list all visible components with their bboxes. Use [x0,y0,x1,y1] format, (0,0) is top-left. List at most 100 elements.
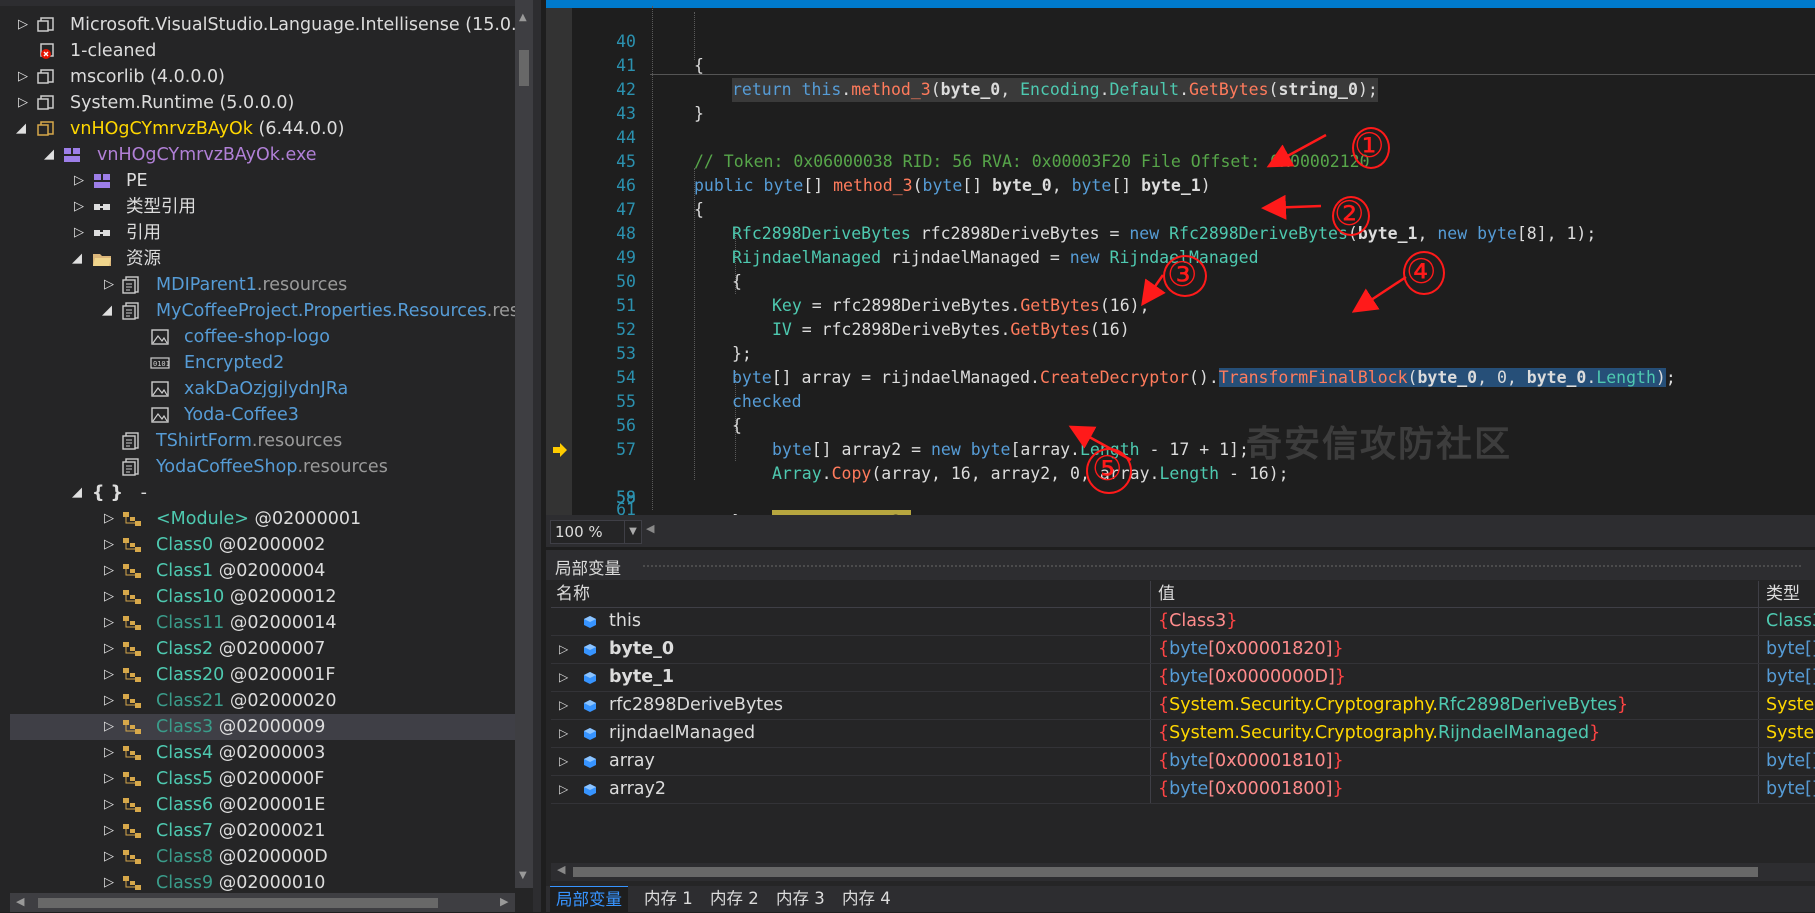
expand-arrow-icon[interactable]: ▷ [102,506,116,532]
expand-arrow-icon[interactable]: ▷ [559,720,568,747]
column-type-header[interactable]: 类型 [1766,581,1800,607]
scroll-down-icon[interactable]: ▼ [519,870,527,881]
collapse-arrow-icon[interactable]: ◢ [70,246,84,272]
tree-item-mscorlib[interactable]: ▷ mscorlib (4.0.0.0) [0,64,515,90]
locals-row-byte1[interactable]: ▷ byte_1 {byte[0x0000000D]} byte[] [551,664,1815,692]
locals-row-rfc2898[interactable]: ▷ rfc2898DeriveBytes {System.Security.Cr… [551,692,1815,720]
tree-item-class2[interactable]: ▷ Class2 @02000007 [0,636,515,662]
column-separator[interactable] [1758,581,1759,607]
expand-arrow-icon[interactable]: ▷ [102,272,116,298]
tree-item-class21[interactable]: ▷ Class21 @02000020 [0,688,515,714]
expand-arrow-icon[interactable]: ▷ [102,610,116,636]
tab-memory-2[interactable]: 内存 2 [704,886,765,912]
tree-item-yoda-coffee3[interactable]: Yoda-Coffee3 [0,402,515,428]
tab-memory-4[interactable]: 内存 4 [836,886,897,912]
tree-item-class5[interactable]: ▷ Class5 @0200000F [0,766,515,792]
panel-splitter[interactable] [533,0,541,912]
expand-arrow-icon[interactable]: ▷ [102,558,116,584]
tree-item-class0[interactable]: ▷ Class0 @02000002 [0,532,515,558]
expand-arrow-icon[interactable]: ▷ [72,168,86,194]
expand-arrow-icon[interactable]: ▷ [559,664,568,691]
tree-item-vnhog-assembly[interactable]: ◢ vnHOgCYmrvzBAyOk (6.44.0.0) [0,116,515,142]
collapse-arrow-icon[interactable]: ◢ [70,480,84,506]
tree-item-intellisense[interactable]: ▷ Microsoft.VisualStudio.Language.Intell… [0,12,528,38]
tree-item-1-cleaned[interactable]: 1-cleaned [0,38,515,64]
tab-locals[interactable]: 局部变量 [550,886,628,913]
expand-arrow-icon[interactable]: ▷ [559,776,568,803]
local-value[interactable]: {System.Security.Cryptography.Rfc2898Der… [1158,692,1628,719]
locals-row-this[interactable]: this {Class3} Class3 [551,608,1815,636]
locals-row-rijndael[interactable]: ▷ rijndaelManaged {System.Security.Crypt… [551,720,1815,748]
scroll-right-icon[interactable]: ▶ [500,895,508,908]
expand-arrow-icon[interactable]: ▷ [559,636,568,663]
locals-row-array2[interactable]: ▷ array2 {byte[0x00001800]} byte[] [551,776,1815,804]
expand-arrow-icon[interactable]: ▷ [72,220,86,246]
expand-arrow-icon[interactable]: ▷ [16,90,30,116]
tree-item-class3[interactable]: ▷ Class3 @02000009 [10,714,515,740]
expand-arrow-icon[interactable]: ▷ [72,194,86,220]
tree-item-class11[interactable]: ▷ Class11 @02000014 [0,610,515,636]
expand-arrow-icon[interactable]: ▷ [102,792,116,818]
tab-memory-3[interactable]: 内存 3 [770,886,831,912]
tree-item-refs[interactable]: ▷ 引用 [0,220,515,246]
tree-item-class20[interactable]: ▷ Class20 @0200001F [0,662,515,688]
tree-item-encrypted2[interactable]: 0101 Encrypted2 [0,350,515,376]
tree-item-yodacoffeeshop-resources[interactable]: YodaCoffeeShop.resources [0,454,515,480]
tree-item-system-runtime[interactable]: ▷ System.Runtime (5.0.0.0) [0,90,515,116]
tree-item-properties-resources[interactable]: ◢ MyCoffeeProject.Properties.Resources.r… [0,298,530,324]
tree-item-class6[interactable]: ▷ Class6 @0200001E [0,792,515,818]
column-value-header[interactable]: 值 [1158,581,1175,607]
scroll-left-icon[interactable]: ◀ [557,863,565,876]
tree-item-class4[interactable]: ▷ Class4 @02000003 [0,740,515,766]
tree-item-class8[interactable]: ▷ Class8 @0200000D [0,844,515,870]
expand-arrow-icon[interactable]: ▷ [102,584,116,610]
expand-arrow-icon[interactable]: ▷ [102,714,116,740]
expand-arrow-icon[interactable]: ▷ [102,818,116,844]
locals-row-array[interactable]: ▷ array {byte[0x00001810]} byte[] [551,748,1815,776]
tree-horizontal-scrollbar[interactable]: ◀ ▶ [10,893,515,912]
tab-memory-1[interactable]: 内存 1 [638,886,699,912]
tree-item-class1[interactable]: ▷ Class1 @02000004 [0,558,515,584]
scroll-left-icon[interactable]: ◀ [646,522,654,535]
local-value[interactable]: {Class3} [1158,608,1237,635]
tree-item-namespace[interactable]: ◢ { } - [0,480,515,506]
expand-arrow-icon[interactable]: ▷ [16,64,30,90]
editor-horizontal-scrollbar[interactable]: ◀ [646,522,1806,537]
zoom-level-input[interactable]: 100 % [550,520,628,544]
expand-arrow-icon[interactable]: ▷ [102,740,116,766]
scroll-thumb[interactable] [573,867,1758,877]
collapse-arrow-icon[interactable]: ◢ [42,142,56,168]
scroll-thumb[interactable] [38,898,438,908]
tree-item-class10[interactable]: ▷ Class10 @02000012 [0,584,515,610]
expand-arrow-icon[interactable]: ▷ [102,532,116,558]
tree-item-class7[interactable]: ▷ Class7 @02000021 [0,818,515,844]
scroll-thumb[interactable] [519,50,529,86]
code-editor[interactable]: 40 { 41 return this.method_3(byte_0, Enc… [546,0,1815,547]
locals-title-bar[interactable]: 局部变量 [546,550,1815,580]
expand-arrow-icon[interactable]: ▷ [102,688,116,714]
local-value[interactable]: {byte[0x0000000D]} [1158,664,1346,691]
local-value[interactable]: {byte[0x00001810]} [1158,748,1344,775]
scroll-up-icon[interactable]: ▲ [519,12,527,23]
column-separator[interactable] [1150,581,1151,607]
zoom-dropdown-icon[interactable]: ▼ [624,520,642,544]
scroll-left-icon[interactable]: ◀ [16,895,24,908]
locals-row-byte0[interactable]: ▷ byte_0 {byte[0x00001820]} byte[] [551,636,1815,664]
expand-arrow-icon[interactable]: ▷ [102,766,116,792]
expand-arrow-icon[interactable]: ▷ [16,12,30,38]
tree-item-module[interactable]: ▷ <Module> @02000001 [0,506,515,532]
expand-arrow-icon[interactable]: ▷ [559,692,568,719]
local-value[interactable]: {byte[0x00001820]} [1158,636,1344,663]
local-value[interactable]: {System.Security.Cryptography.RijndaelMa… [1158,720,1600,747]
local-value[interactable]: {byte[0x00001800]} [1158,776,1344,803]
expand-arrow-icon[interactable]: ▷ [102,636,116,662]
tree-vertical-scrollbar[interactable]: ▲ ▼ [515,0,533,888]
collapse-arrow-icon[interactable]: ◢ [100,298,114,324]
expand-arrow-icon[interactable]: ▷ [102,844,116,870]
collapse-arrow-icon[interactable]: ◢ [14,116,28,142]
tree-item-tshirtform-resources[interactable]: TShirtForm.resources [0,428,515,454]
tree-item-xakdao[interactable]: xakDaOzjgjlydnJRa [0,376,515,402]
expand-arrow-icon[interactable]: ▷ [559,748,568,775]
tree-item-pe[interactable]: ▷ PE [0,168,515,194]
tree-item-type-refs[interactable]: ▷ 类型引用 [0,194,515,220]
